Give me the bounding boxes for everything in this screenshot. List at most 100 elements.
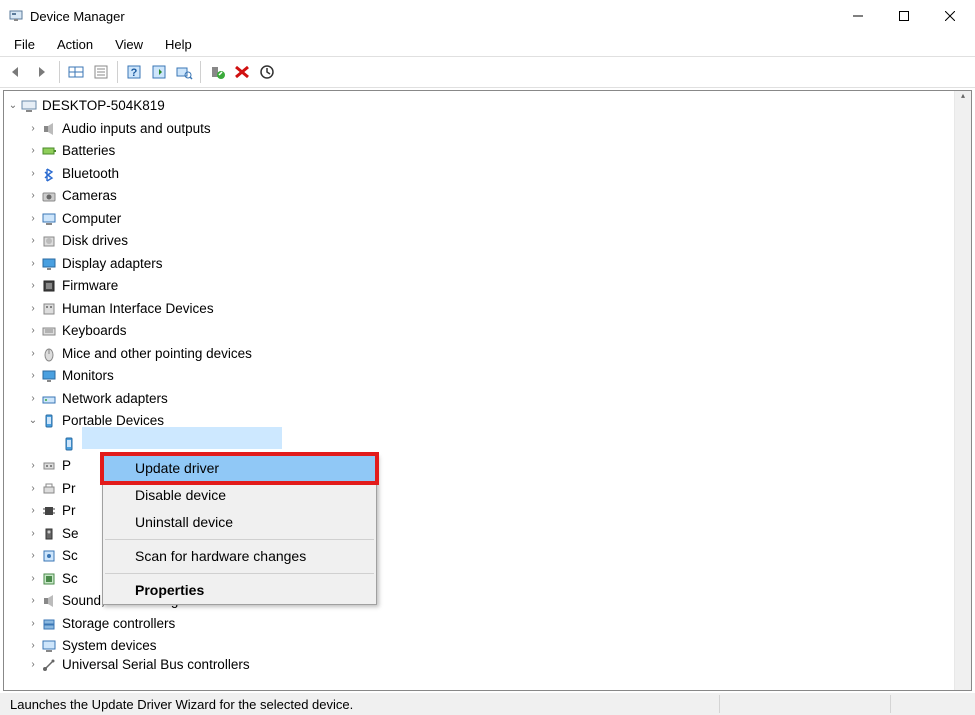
tree-category-label: Human Interface Devices bbox=[60, 298, 216, 320]
cm-properties[interactable]: Properties bbox=[103, 577, 376, 604]
tree-category-label: Sc bbox=[60, 545, 80, 567]
expand-icon[interactable]: › bbox=[26, 230, 40, 252]
expand-icon[interactable]: › bbox=[26, 613, 40, 635]
app-icon bbox=[8, 8, 24, 24]
tree-category[interactable]: ›Monitors bbox=[6, 365, 952, 388]
network-icon bbox=[40, 391, 58, 407]
tree-category[interactable]: › Cameras bbox=[6, 185, 952, 208]
close-button[interactable] bbox=[927, 1, 973, 31]
tree-category[interactable]: ›Firmware bbox=[6, 275, 952, 298]
tree-category-label: System devices bbox=[60, 635, 159, 657]
update-driver-button[interactable] bbox=[147, 60, 171, 84]
camera-icon bbox=[40, 188, 58, 204]
expand-icon[interactable]: › bbox=[26, 500, 40, 522]
mouse-icon bbox=[40, 346, 58, 362]
expand-icon[interactable]: › bbox=[26, 185, 40, 207]
expand-icon[interactable]: › bbox=[26, 208, 40, 230]
window-title: Device Manager bbox=[30, 9, 835, 24]
svg-text:?: ? bbox=[131, 67, 138, 79]
scroll-up-arrow[interactable]: ▴ bbox=[955, 91, 971, 108]
tree-device-selected[interactable] bbox=[6, 433, 952, 456]
cm-separator bbox=[105, 573, 374, 574]
statusbar: Launches the Update Driver Wizard for th… bbox=[0, 693, 975, 715]
tree-category[interactable]: › Audio inputs and outputs bbox=[6, 118, 952, 141]
expand-icon[interactable]: › bbox=[26, 343, 40, 365]
tree-category-label: Keyboards bbox=[60, 320, 129, 342]
tree-category-label: Display adapters bbox=[60, 253, 165, 275]
expand-icon[interactable]: › bbox=[26, 590, 40, 612]
expand-icon[interactable]: › bbox=[26, 388, 40, 410]
tree-category-label: Sc bbox=[60, 568, 80, 590]
tree-category-label: Network adapters bbox=[60, 388, 170, 410]
tree-root[interactable]: ⌄ DESKTOP-504K819 bbox=[6, 95, 952, 118]
tree-category[interactable]: › Computer bbox=[6, 208, 952, 231]
battery-icon bbox=[40, 143, 58, 159]
menu-help[interactable]: Help bbox=[155, 35, 202, 54]
enable-device-button[interactable] bbox=[205, 60, 229, 84]
cm-uninstall-device[interactable]: Uninstall device bbox=[103, 509, 376, 536]
scan-hardware-button[interactable] bbox=[172, 60, 196, 84]
back-button[interactable] bbox=[6, 60, 30, 84]
tree-category-label: Universal Serial Bus controllers bbox=[60, 658, 252, 672]
expand-icon[interactable]: › bbox=[26, 658, 40, 672]
tree-category[interactable]: › Display adapters bbox=[6, 253, 952, 276]
tree-category[interactable]: › System devices bbox=[6, 635, 952, 658]
tree-category[interactable]: ›Mice and other pointing devices bbox=[6, 343, 952, 366]
tree-category-label: Audio inputs and outputs bbox=[60, 118, 213, 140]
menu-action[interactable]: Action bbox=[47, 35, 103, 54]
tree-category-label: Computer bbox=[60, 208, 123, 230]
expand-icon[interactable]: › bbox=[26, 163, 40, 185]
tree-category[interactable]: › Storage controllers bbox=[6, 613, 952, 636]
uninstall-device-button[interactable] bbox=[230, 60, 254, 84]
expand-icon[interactable]: › bbox=[26, 365, 40, 387]
tree-category-label: Storage controllers bbox=[60, 613, 177, 635]
tree-category-label: P bbox=[60, 455, 73, 477]
toolbar: ? bbox=[0, 56, 975, 88]
window-controls bbox=[835, 1, 973, 31]
menu-view[interactable]: View bbox=[105, 35, 153, 54]
cm-update-driver[interactable]: Update driver bbox=[103, 455, 376, 482]
tree-category-label: Cameras bbox=[60, 185, 119, 207]
tree-category[interactable]: ›Bluetooth bbox=[6, 163, 952, 186]
disable-device-button[interactable] bbox=[255, 60, 279, 84]
minimize-button[interactable] bbox=[835, 1, 881, 31]
printqueue-icon bbox=[40, 481, 58, 497]
vertical-scrollbar[interactable]: ▴ bbox=[954, 91, 971, 690]
cm-scan-hardware[interactable]: Scan for hardware changes bbox=[103, 543, 376, 570]
keyboard-icon bbox=[40, 323, 58, 339]
expand-icon[interactable]: ⌄ bbox=[26, 410, 40, 432]
software-icon bbox=[40, 548, 58, 564]
tree-category[interactable]: › Human Interface Devices bbox=[6, 298, 952, 321]
expand-icon[interactable]: › bbox=[26, 568, 40, 590]
expand-icon[interactable]: › bbox=[26, 118, 40, 140]
menu-file[interactable]: File bbox=[4, 35, 45, 54]
expand-icon[interactable]: › bbox=[26, 253, 40, 275]
help-button[interactable]: ? bbox=[122, 60, 146, 84]
tree-category[interactable]: ›Batteries bbox=[6, 140, 952, 163]
properties-button[interactable] bbox=[89, 60, 113, 84]
expand-icon[interactable]: › bbox=[26, 275, 40, 297]
expand-icon[interactable]: › bbox=[26, 478, 40, 500]
maximize-button[interactable] bbox=[881, 1, 927, 31]
expand-icon[interactable]: › bbox=[26, 320, 40, 342]
computer-icon bbox=[40, 211, 58, 227]
expand-icon[interactable]: ⌄ bbox=[6, 95, 20, 117]
speaker-icon bbox=[40, 121, 58, 137]
expand-icon[interactable]: › bbox=[26, 635, 40, 657]
menubar: File Action View Help bbox=[0, 32, 975, 56]
display-icon bbox=[40, 256, 58, 272]
forward-button[interactable] bbox=[31, 60, 55, 84]
tree-category-label: Pr bbox=[60, 478, 78, 500]
expand-icon[interactable]: › bbox=[26, 545, 40, 567]
tree-category[interactable]: › Universal Serial Bus controllers bbox=[6, 658, 952, 672]
cm-disable-device[interactable]: Disable device bbox=[103, 482, 376, 509]
expand-icon[interactable]: › bbox=[26, 298, 40, 320]
tree-category[interactable]: ›Disk drives bbox=[6, 230, 952, 253]
computer-root-icon bbox=[20, 98, 38, 114]
expand-icon[interactable]: › bbox=[26, 455, 40, 477]
tree-category[interactable]: › Network adapters bbox=[6, 388, 952, 411]
show-hidden-button[interactable] bbox=[64, 60, 88, 84]
tree-category[interactable]: › Keyboards bbox=[6, 320, 952, 343]
expand-icon[interactable]: › bbox=[26, 140, 40, 162]
expand-icon[interactable]: › bbox=[26, 523, 40, 545]
